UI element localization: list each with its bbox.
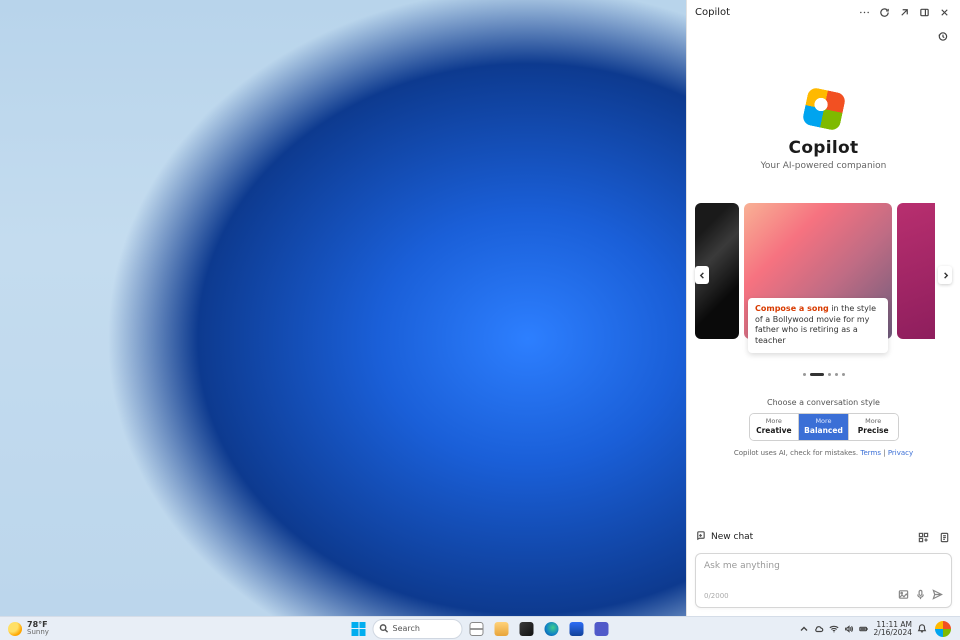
taskbar: 78°F Sunny Search [0, 616, 960, 640]
windows-icon [352, 622, 366, 636]
volume-tray[interactable] [844, 624, 854, 634]
onedrive-tray[interactable] [814, 624, 824, 634]
mic-icon [915, 589, 926, 600]
chat-input[interactable] [704, 561, 943, 571]
dock-button[interactable] [914, 2, 934, 22]
edge-icon [545, 622, 559, 636]
notifications-button[interactable] [917, 624, 927, 634]
chat-input-container: 0/2000 [695, 553, 952, 608]
copilot-logo-icon [801, 86, 846, 131]
edge-button[interactable] [541, 618, 563, 640]
folder-icon [495, 622, 509, 636]
dot[interactable] [803, 373, 806, 376]
bell-icon [917, 624, 927, 634]
copilot-icon [935, 621, 951, 637]
store-button[interactable] [566, 618, 588, 640]
task-view-icon [470, 622, 484, 636]
attach-image-button[interactable] [898, 589, 909, 603]
teams-button[interactable] [591, 618, 613, 640]
wifi-tray[interactable] [829, 624, 839, 634]
desktop-wallpaper[interactable] [0, 0, 686, 616]
history-button[interactable] [932, 26, 952, 46]
search-placeholder: Search [393, 624, 420, 633]
tray-overflow-button[interactable] [799, 624, 809, 634]
taskbar-tray: 11:11 AM 2/16/2024 [799, 618, 960, 640]
refresh-button[interactable] [874, 2, 894, 22]
copilot-title: Copilot [695, 7, 730, 18]
send-icon [932, 589, 943, 600]
copilot-heading: Copilot [789, 138, 859, 158]
carousel-prev-button[interactable] [695, 266, 709, 284]
taskbar-search[interactable]: Search [373, 619, 463, 639]
dot-active[interactable] [810, 373, 824, 376]
style-label: Choose a conversation style [767, 398, 880, 407]
carousel-next-button[interactable] [938, 266, 952, 284]
carousel-card-current[interactable]: Compose a song in the style of a Bollywo… [744, 203, 892, 339]
carousel-indicator [803, 373, 845, 376]
dock-icon [919, 7, 930, 18]
cloud-icon [814, 624, 824, 634]
search-icon [380, 624, 389, 633]
copilot-subheading: Your AI-powered companion [761, 161, 887, 171]
ellipsis-icon [859, 7, 870, 18]
dot[interactable] [835, 373, 838, 376]
taskbar-weather[interactable]: 78°F Sunny [0, 621, 57, 636]
dot[interactable] [842, 373, 845, 376]
history-icon [937, 31, 948, 42]
mic-button[interactable] [915, 589, 926, 603]
privacy-link[interactable]: Privacy [888, 449, 913, 457]
grid-plus-icon [918, 532, 929, 543]
plugins-button[interactable] [915, 529, 931, 545]
carousel-card-next[interactable] [897, 203, 935, 339]
photos-icon [520, 622, 534, 636]
char-counter: 0/2000 [704, 592, 729, 600]
weather-condition: Sunny [27, 629, 49, 636]
new-chat-icon [695, 530, 706, 544]
task-view-button[interactable] [466, 618, 488, 640]
wifi-icon [829, 624, 839, 634]
chevron-left-icon [699, 272, 706, 279]
file-explorer-button[interactable] [491, 618, 513, 640]
caption-accent: Compose a song [755, 304, 829, 313]
copilot-pane: Copilot Copilot [686, 0, 960, 616]
volume-icon [844, 624, 854, 634]
desktop: Copilot Copilot [0, 0, 960, 616]
style-precise[interactable]: More Precise [849, 414, 898, 440]
chevron-right-icon [942, 272, 949, 279]
disclaimer: Copilot uses AI, check for mistakes. Ter… [734, 449, 913, 457]
weather-icon [8, 622, 22, 636]
style-selector: More Creative More Balanced More Precise [749, 413, 899, 441]
carousel-caption: Compose a song in the style of a Bollywo… [748, 298, 888, 353]
notebook-icon [939, 532, 950, 543]
open-external-icon [899, 7, 910, 18]
copilot-footer: New chat 0/2000 [687, 523, 960, 616]
battery-icon [859, 624, 869, 634]
image-icon [898, 589, 909, 600]
chevron-up-icon [799, 624, 809, 634]
send-button[interactable] [932, 589, 943, 603]
suggestion-carousel: Compose a song in the style of a Bollywo… [687, 203, 960, 347]
teams-icon [595, 622, 609, 636]
style-creative[interactable]: More Creative [750, 414, 800, 440]
refresh-icon [879, 7, 890, 18]
clock-date: 2/16/2024 [874, 629, 912, 637]
new-chat-label[interactable]: New chat [711, 532, 753, 542]
copilot-taskbar-button[interactable] [932, 618, 954, 640]
dot[interactable] [828, 373, 831, 376]
taskbar-clock[interactable]: 11:11 AM 2/16/2024 [874, 621, 912, 637]
copilot-titlebar: Copilot [687, 0, 960, 24]
store-icon [570, 622, 584, 636]
photos-button[interactable] [516, 618, 538, 640]
more-button[interactable] [854, 2, 874, 22]
close-icon [939, 7, 950, 18]
terms-link[interactable]: Terms [860, 449, 881, 457]
style-balanced[interactable]: More Balanced [799, 414, 849, 440]
start-button[interactable] [348, 618, 370, 640]
open-external-button[interactable] [894, 2, 914, 22]
close-button[interactable] [934, 2, 954, 22]
notebook-button[interactable] [936, 529, 952, 545]
battery-tray[interactable] [859, 624, 869, 634]
taskbar-center: Search [348, 617, 613, 640]
